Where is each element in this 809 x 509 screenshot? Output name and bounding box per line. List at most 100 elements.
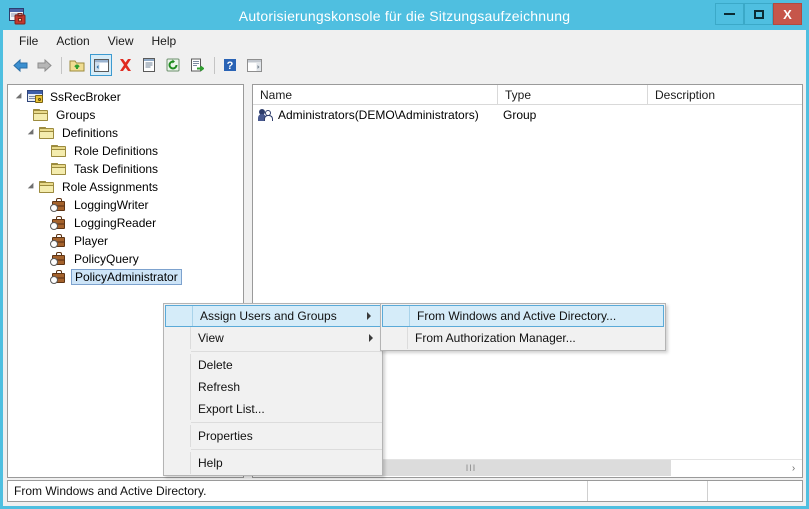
tree-item-role-assignments[interactable]: Role Assignments xyxy=(8,178,243,196)
menu-item-assign-users-and-groups[interactable]: Assign Users and Groups xyxy=(165,305,381,327)
tree-item-label: LoggingWriter xyxy=(74,198,149,212)
window-title: Autorisierungskonsole für die Sitzungsau… xyxy=(238,8,571,24)
menu-icon-gutter xyxy=(164,398,191,420)
menu-icon-gutter xyxy=(164,327,191,349)
menu-item-export-list[interactable]: Export List... xyxy=(164,398,382,420)
tree-item-groups[interactable]: Groups xyxy=(8,106,243,124)
context-menu[interactable]: Assign Users and Groups View Delete Refr… xyxy=(163,303,383,476)
application-window: Autorisierungskonsole für die Sitzungsau… xyxy=(0,0,809,509)
menu-bar: File Action View Help xyxy=(3,30,806,52)
broker-icon xyxy=(26,89,44,105)
tree-item-policyadministrator[interactable]: PolicyAdministrator xyxy=(8,268,243,286)
tree-item-definitions[interactable]: Definitions xyxy=(8,124,243,142)
status-bar-section-2 xyxy=(588,481,708,501)
back-icon[interactable] xyxy=(9,54,31,76)
tree-item-role-definitions[interactable]: Role Definitions xyxy=(8,142,243,160)
properties-icon[interactable] xyxy=(138,54,160,76)
maximize-button[interactable] xyxy=(744,3,773,25)
show-hide-action-pane-icon[interactable] xyxy=(243,54,265,76)
folder-icon xyxy=(32,107,50,123)
authorization-console-icon xyxy=(8,7,27,26)
menu-item-from-windows-and-active-directory[interactable]: From Windows and Active Directory... xyxy=(382,305,664,327)
tree-item-label: Player xyxy=(74,234,109,248)
chevron-expanded-icon[interactable] xyxy=(26,124,38,142)
menu-icon-gutter xyxy=(164,354,191,376)
menu-item-label: Assign Users and Groups xyxy=(200,309,337,323)
delete-icon[interactable] xyxy=(114,54,136,76)
show-hide-console-tree-icon[interactable] xyxy=(90,54,112,76)
toolbar: ? xyxy=(3,52,806,78)
chevron-right-icon xyxy=(369,334,373,342)
tree-item-policyquery[interactable]: PolicyQuery xyxy=(8,250,243,268)
menu-item-properties[interactable]: Properties xyxy=(164,425,382,447)
menu-item-label: View xyxy=(198,331,224,345)
group-members-icon xyxy=(258,108,275,122)
status-bar-message: From Windows and Active Directory. xyxy=(8,481,588,501)
help-icon[interactable]: ? xyxy=(219,54,241,76)
export-list-icon[interactable] xyxy=(186,54,208,76)
menu-item-view[interactable]: View xyxy=(164,327,382,349)
menu-icon-gutter xyxy=(381,327,408,349)
tree-item-player[interactable]: Player xyxy=(8,232,243,250)
window-controls: X xyxy=(715,3,802,25)
column-header-type[interactable]: Type xyxy=(498,85,648,105)
menu-separator xyxy=(191,351,382,352)
menu-icon-gutter xyxy=(164,452,191,474)
chevron-expanded-icon[interactable] xyxy=(26,178,38,196)
list-cell-type: Group xyxy=(503,107,537,122)
role-icon xyxy=(50,197,68,213)
maximize-icon xyxy=(753,9,764,19)
menu-item-label: Refresh xyxy=(198,380,241,394)
folder-icon xyxy=(50,161,68,177)
context-submenu[interactable]: From Windows and Active Directory... Fro… xyxy=(380,303,666,351)
column-header-name[interactable]: Name xyxy=(253,85,498,105)
tree-item-label: Definitions xyxy=(62,126,119,140)
tree-item-label: Groups xyxy=(56,108,96,122)
title-bar: Autorisierungskonsole für die Sitzungsau… xyxy=(0,0,809,33)
tree-item-label: PolicyAdministrator xyxy=(71,269,182,285)
menu-action[interactable]: Action xyxy=(47,31,98,51)
menu-item-refresh[interactable]: Refresh xyxy=(164,376,382,398)
menu-icon-gutter xyxy=(383,306,410,326)
list-cell-name: Administrators(DEMO\Administrators) xyxy=(253,108,498,122)
tree-item-label: Role Definitions xyxy=(74,144,159,158)
minimize-button[interactable] xyxy=(715,3,744,25)
folder-icon xyxy=(38,125,56,141)
menu-view[interactable]: View xyxy=(99,31,143,51)
tree-item-loggingwriter[interactable]: LoggingWriter xyxy=(8,196,243,214)
menu-item-delete[interactable]: Delete xyxy=(164,354,382,376)
menu-separator xyxy=(191,449,382,450)
role-icon xyxy=(50,215,68,231)
refresh-icon[interactable] xyxy=(162,54,184,76)
tree-item-task-definitions[interactable]: Task Definitions xyxy=(8,160,243,178)
role-icon xyxy=(50,269,68,285)
menu-item-help[interactable]: Help xyxy=(164,452,382,474)
menu-item-label: Export List... xyxy=(198,402,265,416)
table-row[interactable]: Administrators(DEMO\Administrators) Grou… xyxy=(253,105,802,124)
svg-text:?: ? xyxy=(227,60,234,72)
close-button[interactable]: X xyxy=(773,3,802,25)
menu-item-label: Properties xyxy=(198,429,253,443)
folder-icon xyxy=(50,143,68,159)
tree-item-ssrecbroker[interactable]: SsRecBroker xyxy=(8,88,243,106)
tree-item-label: Task Definitions xyxy=(74,162,159,176)
menu-item-label: Delete xyxy=(198,358,233,372)
up-one-level-icon[interactable] xyxy=(66,54,88,76)
chevron-expanded-icon[interactable] xyxy=(14,88,26,106)
menu-help[interactable]: Help xyxy=(143,31,186,51)
tree-item-loggingreader[interactable]: LoggingReader xyxy=(8,214,243,232)
list-view-header: Name Type Description xyxy=(253,85,802,105)
minimize-icon xyxy=(724,13,735,15)
scroll-right-button[interactable]: › xyxy=(785,460,802,476)
menu-file[interactable]: File xyxy=(10,31,47,51)
column-header-description[interactable]: Description xyxy=(648,85,802,105)
tree-item-label: PolicyQuery xyxy=(74,252,139,266)
menu-item-from-authorization-manager[interactable]: From Authorization Manager... xyxy=(381,327,665,349)
menu-icon-gutter xyxy=(164,425,191,447)
tree-item-label: LoggingReader xyxy=(74,216,157,230)
role-icon xyxy=(50,251,68,267)
forward-icon[interactable] xyxy=(33,54,55,76)
menu-icon-gutter xyxy=(164,376,191,398)
menu-item-label: From Authorization Manager... xyxy=(415,331,576,345)
tree-root-container: SsRecBroker Groups Definitions Role Defi… xyxy=(8,85,243,286)
